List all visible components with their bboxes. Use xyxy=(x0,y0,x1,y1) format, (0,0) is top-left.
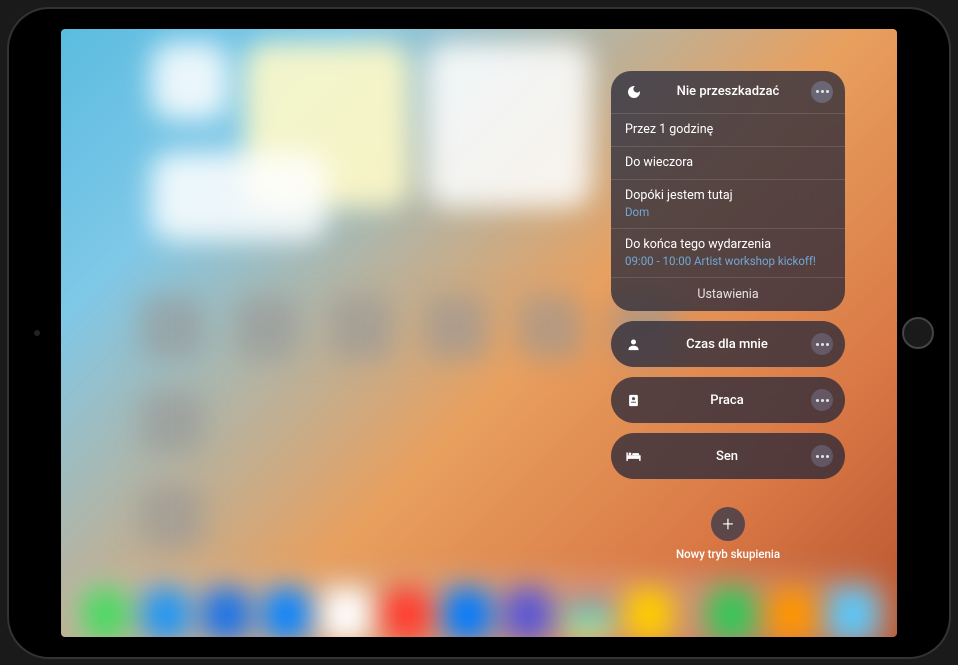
focus-option-sublabel: 09:00 - 10:00 Artist workshop kickoff! xyxy=(625,254,831,269)
focus-option-evening[interactable]: Do wieczora xyxy=(611,146,845,179)
screen: Nie przeszkadzać Przez 1 godzinę Do wiec… xyxy=(61,29,897,637)
person-icon xyxy=(623,334,643,354)
dock-app xyxy=(565,588,612,637)
focus-option-label: Do wieczora xyxy=(625,155,831,171)
focus-option-sublabel: Dom xyxy=(625,205,831,220)
focus-settings-link[interactable]: Ustawienia xyxy=(611,277,845,311)
focus-mode-personal[interactable]: Czas dla mnie xyxy=(611,321,845,367)
dock-app xyxy=(142,588,189,637)
dock-app xyxy=(829,588,876,637)
moon-icon xyxy=(623,81,645,103)
app-icon xyxy=(519,295,583,359)
dock-app xyxy=(444,588,491,637)
plus-icon: + xyxy=(722,512,733,536)
dock-app xyxy=(384,588,431,637)
bed-icon xyxy=(623,446,643,466)
focus-mode-more-button[interactable] xyxy=(811,389,833,411)
ipad-frame: Nie przeszkadzać Przez 1 godzinę Do wiec… xyxy=(9,9,949,657)
focus-option-label: Przez 1 godzinę xyxy=(625,122,831,138)
front-camera xyxy=(34,330,40,336)
focus-mode-label: Czas dla mnie xyxy=(643,337,811,352)
focus-option-label: Do końca tego wydarzenia xyxy=(625,237,831,253)
focus-dnd-title: Nie przeszkadzać xyxy=(645,84,811,99)
dock-app xyxy=(625,588,672,637)
ellipsis-icon xyxy=(816,90,829,93)
focus-mode-more-button[interactable] xyxy=(811,445,833,467)
focus-option-event[interactable]: Do końca tego wydarzenia 09:00 - 10:00 A… xyxy=(611,228,845,277)
dock-app xyxy=(203,588,250,637)
add-focus-mode: + Nowy tryb skupienia xyxy=(611,507,845,561)
dock-app xyxy=(323,588,370,637)
dock-app xyxy=(263,588,310,637)
dock-app xyxy=(769,588,816,637)
focus-dnd-more-button[interactable] xyxy=(811,81,833,103)
home-button[interactable] xyxy=(902,317,934,349)
widget-photos xyxy=(151,152,327,240)
ellipsis-icon xyxy=(816,455,829,458)
add-focus-button[interactable]: + xyxy=(711,507,745,541)
app-icon xyxy=(140,484,204,548)
badge-icon xyxy=(623,390,643,410)
app-icon xyxy=(329,295,393,359)
dock-app xyxy=(708,588,755,637)
app-icon xyxy=(140,295,204,359)
focus-mode-sleep[interactable]: Sen xyxy=(611,433,845,479)
widget-reminders xyxy=(426,42,591,207)
focus-mode-more-button[interactable] xyxy=(811,333,833,355)
focus-option-location[interactable]: Dopóki jestem tutaj Dom xyxy=(611,179,845,228)
focus-do-not-disturb-card: Nie przeszkadzać Przez 1 godzinę Do wiec… xyxy=(611,71,845,312)
add-focus-label: Nowy tryb skupienia xyxy=(676,547,780,561)
focus-option-1hour[interactable]: Przez 1 godzinę xyxy=(611,113,845,146)
ellipsis-icon xyxy=(816,399,829,402)
focus-dnd-header[interactable]: Nie przeszkadzać xyxy=(611,71,845,113)
app-icon xyxy=(424,295,488,359)
focus-mode-work[interactable]: Praca xyxy=(611,377,845,423)
dock-app xyxy=(82,588,129,637)
widget-clock xyxy=(151,42,228,119)
dock xyxy=(66,575,891,637)
focus-option-label: Dopóki jestem tutaj xyxy=(625,188,831,204)
focus-modes-panel: Nie przeszkadzać Przez 1 godzinę Do wiec… xyxy=(611,71,845,562)
app-icon xyxy=(235,295,299,359)
app-icon xyxy=(140,390,204,454)
ellipsis-icon xyxy=(816,343,829,346)
dock-app xyxy=(504,588,551,637)
focus-mode-label: Praca xyxy=(643,393,811,408)
focus-mode-label: Sen xyxy=(643,449,811,464)
